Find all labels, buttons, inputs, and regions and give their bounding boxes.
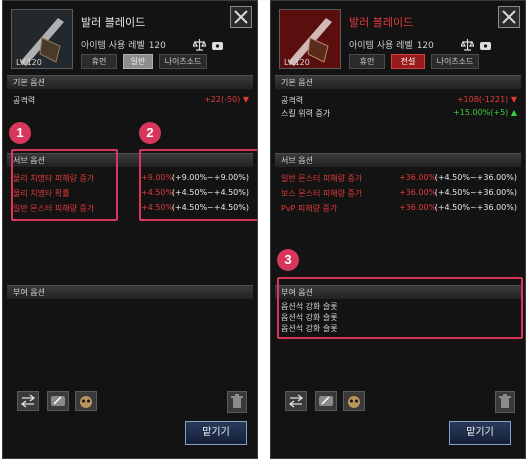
item-level-label: 아이템 사용 레벨 [349,41,413,51]
delete-button[interactable] [495,391,515,413]
potential-options-header: 부여 옵션 [7,285,253,299]
sub-options-header: 서브 옵션 [275,153,521,167]
base-options-header: 기본 옵션 [7,75,253,89]
owl-icon [348,396,360,408]
step-badge-1: 1 [9,122,31,144]
tab-grade[interactable]: 전설 [391,54,425,69]
sub-option-row: 보스 몬스터 피해량 증가 +36.00% (+4.50%~+36.00%) [281,188,517,198]
item-level-value: 120 [416,41,434,51]
edit-icon [319,396,333,406]
base-option-label: 공격력 [13,96,36,105]
item-level: 아이템 사용 레벨 120 [81,38,166,51]
item-level: 아이템 사용 레벨 120 [349,38,434,51]
owl-button[interactable] [343,391,365,411]
tab-class[interactable]: 나이츠소드 [431,54,479,69]
tab-race[interactable]: 휴먼 [349,54,385,69]
base-options-header: 기본 옵션 [275,75,521,89]
owl-button[interactable] [75,391,97,411]
highlight-box-3 [277,277,523,339]
close-button[interactable] [498,6,520,28]
step-badge-3: 3 [277,249,299,271]
item-level-label: 아이템 사용 레벨 [81,41,145,51]
item-name: 발러 블레이드 [349,16,414,29]
tab-grade[interactable]: 일반 [123,54,153,69]
close-icon [502,10,516,24]
compare-button[interactable] [285,391,307,411]
scale-icon [460,36,475,51]
swap-arrows-icon [288,394,304,408]
base-option-value: +22(-50) ▼ [204,95,249,104]
swap-arrows-icon [20,394,36,408]
item-thumbnail: LV.120 [11,9,73,69]
item-name: 발러 블레이드 [81,16,146,29]
tab-class[interactable]: 나이츠소드 [159,54,207,69]
compare-button[interactable] [17,391,39,411]
item-tooltip-panel-normal: LV.120 발러 블레이드 아이템 사용 레벨 120 휴먼 일반 나이츠소드 … [2,0,258,459]
close-icon [234,10,248,24]
item-level-value: 120 [148,41,166,51]
edit-button[interactable] [47,391,69,411]
confirm-button[interactable]: 맡기기 [185,421,247,445]
thumb-level-text: LV.120 [16,58,42,67]
confirm-button[interactable]: 맡기기 [449,421,511,445]
sub-option-row: 일반 몬스터 피해량 증가 +36.00% (+4.50%~+36.00%) [281,173,517,183]
base-option-row: 스킬 위력 증가 +15.00%(+5) ▲ [281,108,517,118]
scale-icon [192,36,207,51]
highlight-box-1 [11,149,118,221]
edit-icon [51,396,65,406]
edit-button[interactable] [315,391,337,411]
highlight-box-2 [139,149,257,221]
delete-button[interactable] [227,391,247,413]
lock-icon [479,36,492,50]
item-thumbnail: LV.120 [279,9,341,69]
item-tooltip-panel-legendary: LV.120 발러 블레이드 아이템 사용 레벨 120 휴먼 전설 나이츠소드 … [270,0,526,459]
trash-icon [231,394,243,408]
step-badge-2: 2 [139,122,161,144]
base-option-row: 공격력 +22(-50) ▼ [13,95,249,107]
owl-icon [80,396,92,408]
base-option-row: 공격력 +108(-1221) ▼ [281,95,517,105]
thumb-level-text: LV.120 [284,58,310,67]
trash-icon [499,394,511,408]
sub-option-row: PvP 피해량 증가 +36.00% (+4.50%~+36.00%) [281,203,517,213]
lock-icon [211,36,224,50]
close-button[interactable] [230,6,252,28]
tab-race[interactable]: 휴먼 [81,54,117,69]
